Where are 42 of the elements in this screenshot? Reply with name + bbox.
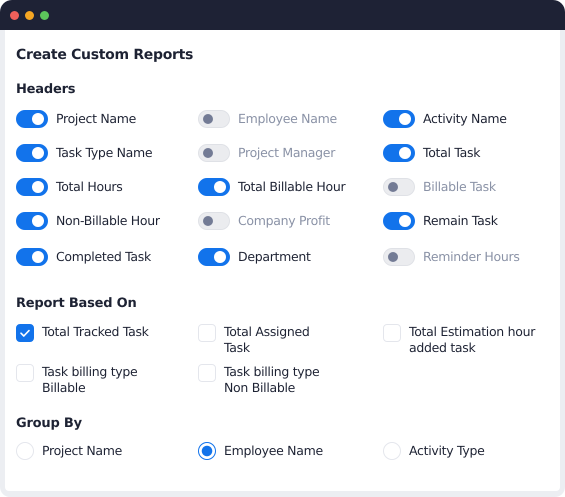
toggle-label: Billable Task — [423, 179, 496, 195]
close-button[interactable] — [10, 10, 19, 20]
toggle-label: Remain Task — [423, 213, 498, 229]
radio-label: Project Name — [42, 443, 122, 459]
toggle-label: Total Task — [423, 145, 480, 161]
toggle-label: Total Hours — [56, 179, 122, 195]
page-title: Create Custom Reports — [16, 47, 194, 63]
toggle-switch[interactable] — [383, 144, 415, 162]
radio-button[interactable] — [198, 442, 216, 460]
toggle-label: Reminder Hours — [423, 249, 520, 265]
checkbox[interactable] — [16, 324, 34, 342]
maximize-button[interactable] — [40, 10, 49, 20]
toggle-label: Activity Name — [423, 111, 507, 127]
minimize-button[interactable] — [25, 10, 34, 20]
checkbox-label: Task billing type Non Billable — [224, 364, 320, 396]
toggle-switch[interactable] — [383, 110, 415, 128]
toggle-label: Project Name — [56, 111, 136, 127]
toggle-switch[interactable] — [198, 178, 230, 196]
toggle-label: Task Type Name — [56, 145, 152, 161]
toggle-switch[interactable] — [16, 178, 48, 196]
checkbox-label: Task billing type Billable — [42, 364, 138, 396]
checkbox-label: Total Assigned Task — [224, 324, 310, 356]
toggle-label: Project Manager — [238, 145, 336, 161]
toggle-label: Company Profit — [238, 213, 330, 229]
radio-label: Employee Name — [224, 443, 323, 459]
section-title: Report Based On — [16, 296, 138, 311]
toggle-label: Completed Task — [56, 249, 151, 265]
checkbox-label: Total Estimation hour added task — [409, 324, 536, 356]
toggle-label: Employee Name — [238, 111, 337, 127]
section-title: Group By — [16, 416, 83, 431]
toggle-switch[interactable] — [16, 110, 48, 128]
checkbox-label: Total Tracked Task — [42, 324, 149, 340]
section-title: Headers — [16, 82, 76, 97]
toggle-label: Non-Billable Hour — [56, 213, 160, 229]
toggle-label: Department — [238, 249, 311, 265]
toggle-switch[interactable] — [16, 212, 48, 230]
toggle-switch[interactable] — [16, 144, 48, 162]
toggle-switch[interactable] — [198, 248, 230, 266]
toggle-label: Total Billable Hour — [238, 179, 346, 195]
toggle-switch[interactable] — [16, 248, 48, 266]
radio-label: Activity Type — [409, 443, 485, 459]
toggle-switch[interactable] — [383, 212, 415, 230]
